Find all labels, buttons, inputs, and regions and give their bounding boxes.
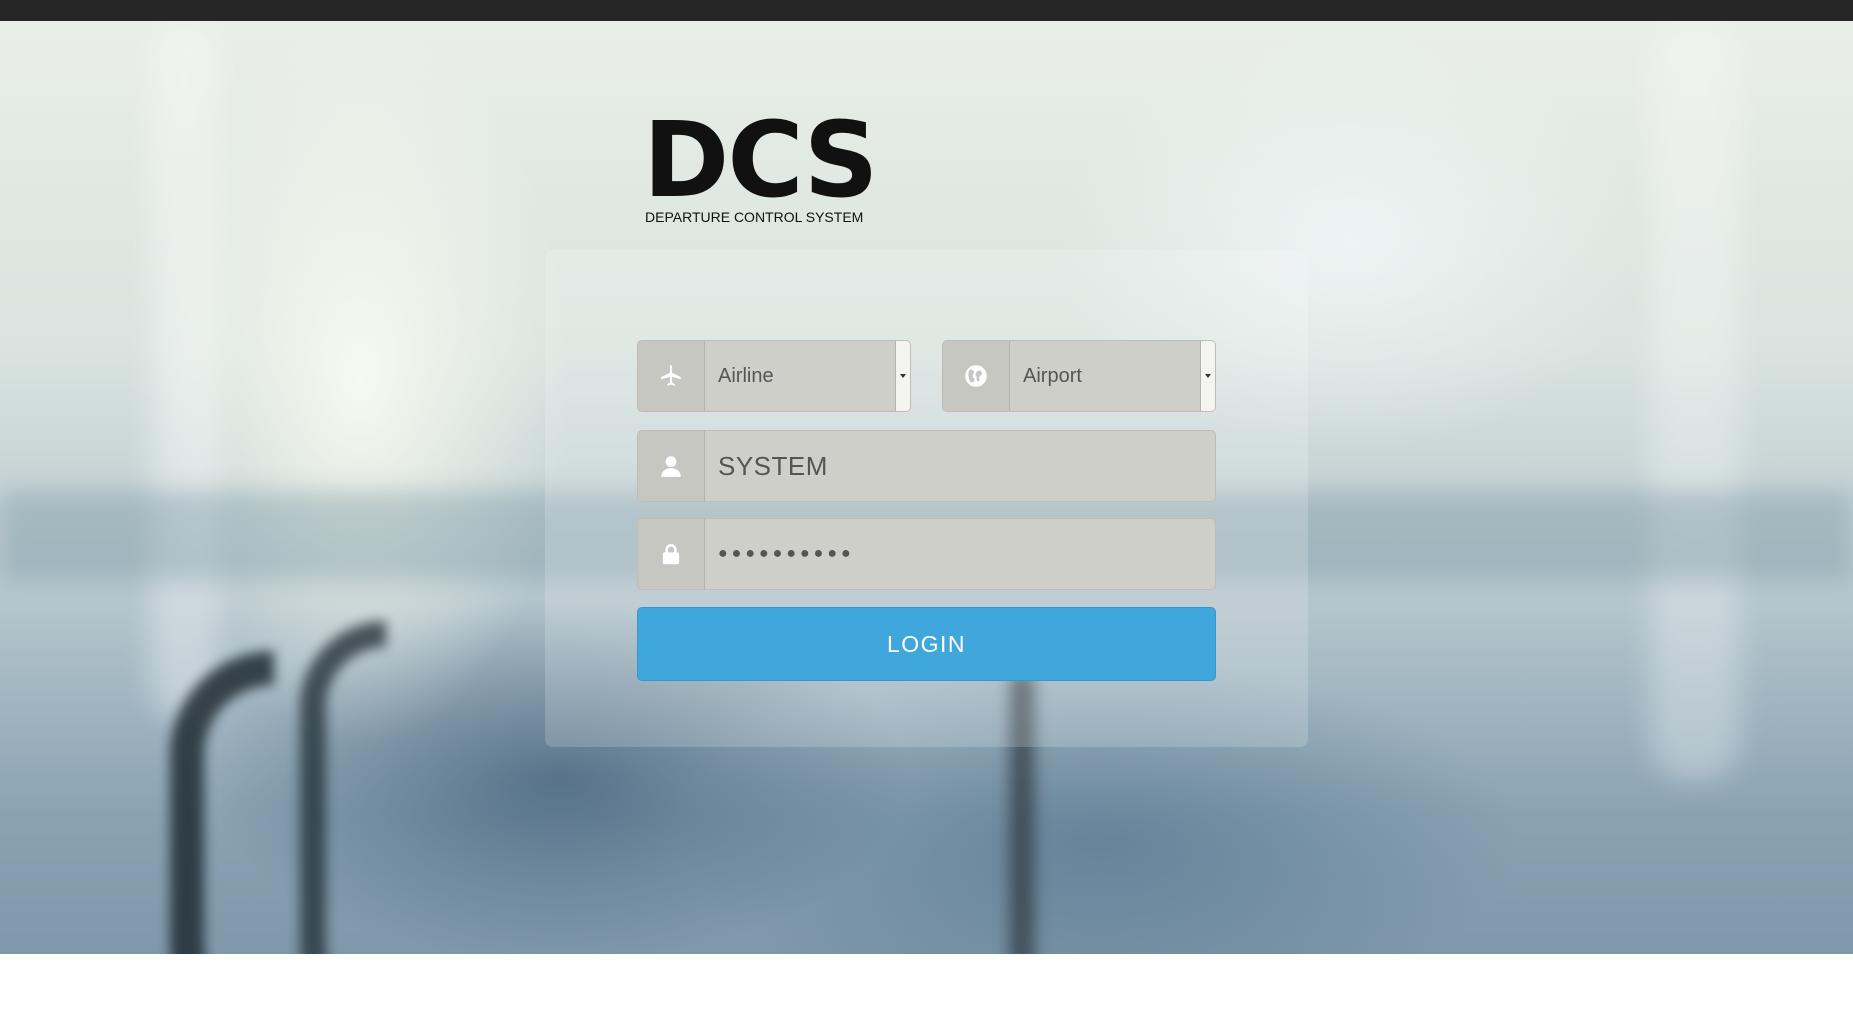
background-column [150,21,220,721]
globe-icon [943,341,1010,411]
background-column [1650,21,1740,781]
password-value: ●●●●●●●●●● [718,545,855,562]
background-handrail [300,621,386,954]
airplane-icon [638,341,705,411]
login-button[interactable]: LOGIN [637,607,1216,681]
top-bar [0,0,1853,21]
chevron-down-icon[interactable] [895,341,910,411]
username-field[interactable]: SYSTEM [637,430,1216,502]
username-value: SYSTEM [718,450,828,481]
airport-select-value: Airport [1023,364,1082,387]
airport-select[interactable]: Airport [942,340,1216,412]
airline-select[interactable]: Airline [637,340,911,412]
logo-text: DCS [643,99,878,221]
user-icon [638,431,705,501]
password-field[interactable]: ●●●●●●●●●● [637,518,1216,590]
dcs-logo: DCS DEPARTURE CONTROL SYSTEM [643,108,878,228]
chevron-down-icon[interactable] [1200,341,1215,411]
logo-subtitle: DEPARTURE CONTROL SYSTEM [645,209,864,225]
lock-icon [638,519,705,589]
airline-select-value: Airline [718,364,774,387]
